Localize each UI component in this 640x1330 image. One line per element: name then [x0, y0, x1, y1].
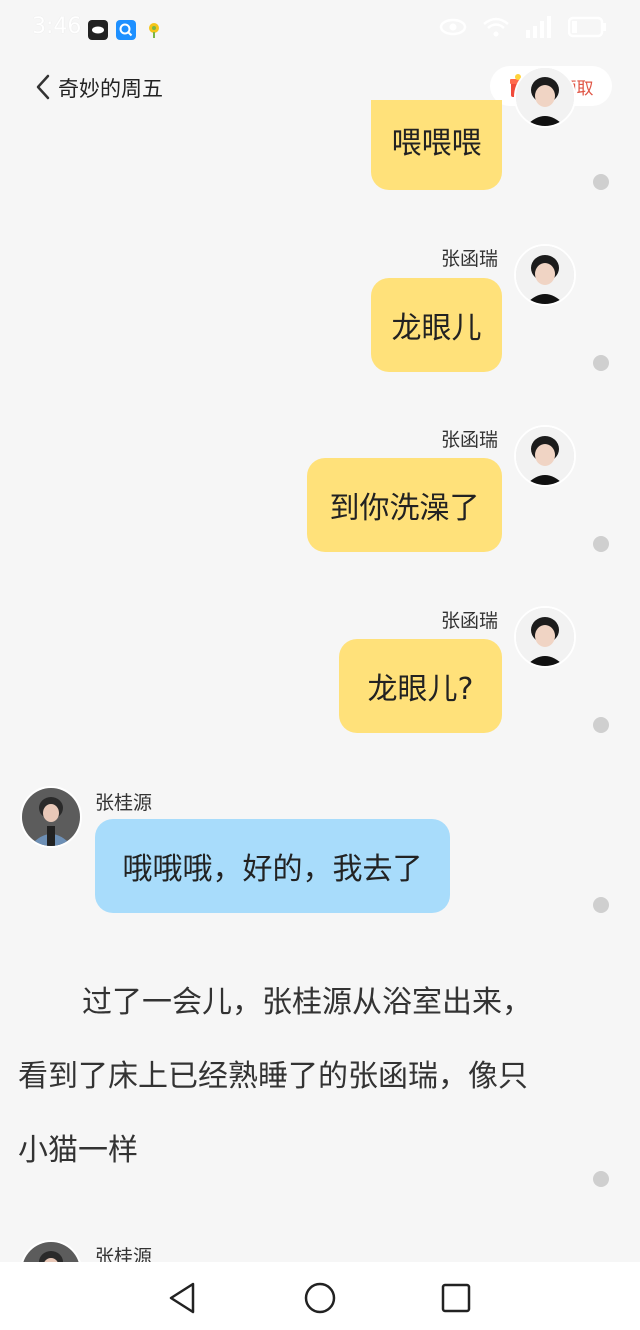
status-time: 3:46	[32, 14, 82, 39]
narration-line: 看到了床上已经熟睡了的张函瑞，像只	[18, 1059, 528, 1094]
message-bubble[interactable]: 哦哦哦，好的，我去了	[95, 819, 450, 913]
message-status-dot	[593, 897, 609, 913]
wifi-icon	[483, 17, 509, 37]
flower-app-icon	[144, 20, 164, 40]
recents-square-icon[interactable]	[438, 1280, 474, 1316]
system-navigation-bar	[0, 1262, 640, 1330]
mask-app-icon	[88, 20, 108, 40]
narration-status-dot	[593, 1171, 609, 1187]
signal-icon	[526, 16, 551, 38]
sender-name: 张函瑞	[441, 610, 499, 632]
sender-name: 张函瑞	[441, 248, 499, 270]
narration-line: 过了一会儿，张桂源从浴室出来，	[82, 985, 532, 1020]
avatar[interactable]	[514, 244, 576, 306]
message-status-dot	[593, 536, 609, 552]
avatar[interactable]	[514, 606, 576, 668]
sender-name: 张函瑞	[441, 429, 499, 451]
sender-name: 张桂源	[95, 792, 153, 814]
message-text: 龙眼儿	[391, 311, 482, 346]
header-spacer	[0, 60, 640, 120]
avatar[interactable]	[514, 425, 576, 487]
message-bubble[interactable]: 到你洗澡了	[307, 458, 502, 552]
home-circle-icon[interactable]	[302, 1280, 338, 1316]
message-bubble[interactable]: 龙眼儿?	[339, 639, 502, 733]
eye-icon	[439, 18, 467, 36]
back-triangle-icon[interactable]	[165, 1280, 201, 1316]
message-bubble[interactable]: 龙眼儿	[371, 278, 502, 372]
message-status-dot	[593, 355, 609, 371]
search-app-icon	[116, 20, 136, 40]
message-text: 哦哦哦，好的，我去了	[122, 852, 423, 887]
message-text: 喂喂喂	[391, 126, 482, 161]
narration-line: 小猫一样	[18, 1133, 138, 1168]
battery-icon	[568, 16, 606, 38]
message-text: 龙眼儿?	[367, 672, 474, 707]
message-status-dot	[593, 174, 609, 190]
status-bar: 3:46	[0, 0, 640, 60]
avatar[interactable]	[20, 786, 82, 848]
message-text: 到你洗澡了	[329, 491, 480, 526]
message-status-dot	[593, 717, 609, 733]
